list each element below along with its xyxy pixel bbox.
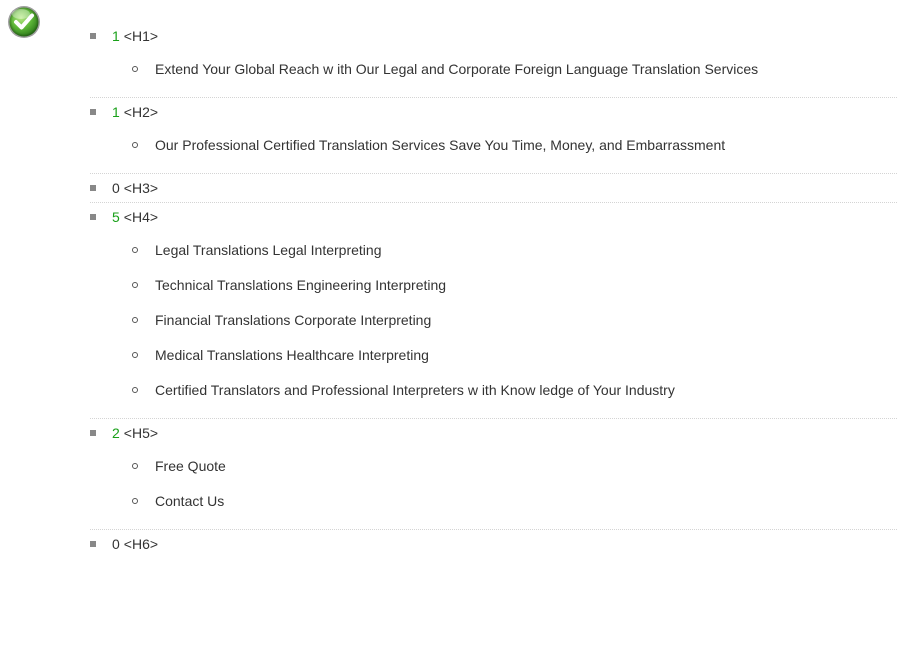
heading-text-item: Free Quote [90,449,897,484]
heading-group-h3: 0 <H3> [90,174,897,203]
heading-count: 5 [112,209,120,225]
square-bullet-icon [90,430,96,436]
square-bullet-icon [90,541,96,547]
heading-count-row: 0 <H6> [90,530,897,558]
circle-bullet-icon [132,463,138,469]
heading-tag: <H1> [123,28,159,44]
heading-count-row: 1 <H1> [90,22,897,50]
heading-group-h2: 1 <H2> Our Professional Certified Translat… [90,98,897,174]
heading-text-item: Legal Translations Legal Interpreting [90,233,897,268]
heading-count-row: 1 <H2> [90,98,897,126]
circle-bullet-icon [132,142,138,148]
circle-bullet-icon [132,317,138,323]
circle-bullet-icon [132,247,138,253]
heading-count-row: 2 <H5> [90,419,897,447]
heading-text-item: Certified Translators and Professional I… [90,373,897,408]
checkmark-icon [6,4,42,40]
heading-text-item: Technical Translations Engineering Inter… [90,268,897,303]
heading-text: Medical Translations Healthcare Interpre… [155,347,429,363]
heading-tag: <H3> [123,180,159,196]
heading-count-row: 0 <H3> [90,174,897,202]
heading-count: 1 [112,104,120,120]
heading-count: 0 [112,180,120,196]
heading-text: Financial Translations Corporate Interpr… [155,312,432,328]
heading-tag: <H4> [123,209,159,225]
heading-count-row: 5 <H4> [90,203,897,231]
heading-count: 1 [112,28,120,44]
heading-text: Our Professional Certified Translation S… [155,137,726,153]
heading-text-item: Our Professional Certified Translation S… [90,128,897,163]
square-bullet-icon [90,185,96,191]
heading-text-list: Our Professional Certified Translation S… [90,126,897,173]
heading-structure-list: 1 <H1> Extend Your Global Reach w ith Our … [90,22,897,558]
heading-tag: <H2> [123,104,159,120]
heading-text-item: Financial Translations Corporate Interpr… [90,303,897,338]
square-bullet-icon [90,33,96,39]
heading-text-item: Extend Your Global Reach w ith Our Legal… [90,52,897,87]
heading-text-item: Medical Translations Healthcare Interpre… [90,338,897,373]
heading-group-h1: 1 <H1> Extend Your Global Reach w ith Our … [90,22,897,98]
heading-text-item: Contact Us [90,484,897,519]
heading-text: Extend Your Global Reach w ith Our Legal… [155,61,759,77]
heading-tag: <H6> [123,536,159,552]
heading-tag: <H5> [123,425,159,441]
square-bullet-icon [90,109,96,115]
heading-text-list: Extend Your Global Reach w ith Our Legal… [90,50,897,97]
heading-group-h5: 2 <H5> Free Quote Contact Us [90,419,897,530]
heading-text-list: Free Quote Contact Us [90,447,897,529]
circle-bullet-icon [132,352,138,358]
circle-bullet-icon [132,498,138,504]
square-bullet-icon [90,214,96,220]
heading-text-list: Legal Translations Legal Interpreting Tec… [90,231,897,418]
heading-text: Technical Translations Engineering Inter… [155,277,447,293]
heading-text: Legal Translations Legal Interpreting [155,242,382,258]
heading-text: Free Quote [155,458,226,474]
heading-text: Contact Us [155,493,225,509]
heading-count: 2 [112,425,120,441]
heading-text: Certified Translators and Professional I… [155,382,675,398]
heading-count: 0 [112,536,120,552]
circle-bullet-icon [132,282,138,288]
heading-group-h6: 0 <H6> [90,530,897,558]
circle-bullet-icon [132,66,138,72]
heading-group-h4: 5 <H4> Legal Translations Legal Interpreti… [90,203,897,419]
circle-bullet-icon [132,387,138,393]
